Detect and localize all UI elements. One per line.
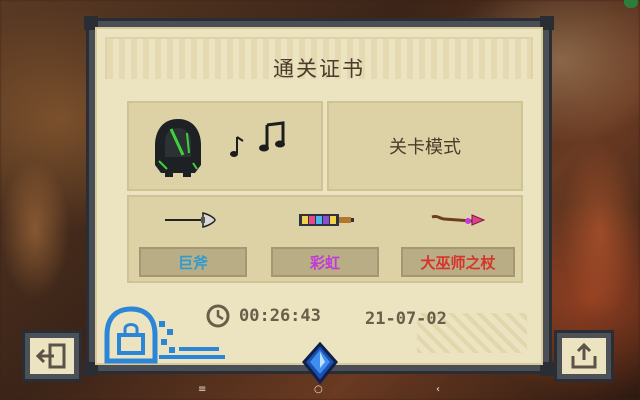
weapon-name-label: 大巫师之杖 [420, 253, 496, 272]
weapon-slot-3: 大巫师之杖 [395, 203, 521, 281]
weapon-name-tag: 彩虹 [271, 247, 379, 277]
music-notes-icon [230, 121, 285, 157]
exit-button[interactable] [22, 330, 82, 382]
weapon-slot-2: 彩虹 [265, 203, 385, 281]
clear-date-value: 21-07-02 [365, 309, 447, 329]
archmage-staff-icon [431, 214, 486, 226]
share-button-face [562, 338, 606, 374]
clearance-certificate: 通关证书 关卡模式 巨斧 彩虹 大巫师之杖 00:26:43 21-07-02 [84, 16, 554, 376]
share-upload-icon [571, 342, 597, 369]
blue-gem-icon[interactable] [300, 342, 340, 386]
character-panel [127, 101, 323, 191]
great-axe-icon [165, 212, 216, 228]
weapon-name-label: 巨斧 [177, 253, 208, 272]
mode-panel: 关卡模式 [327, 101, 523, 191]
exit-door-icon [36, 343, 66, 369]
weapon-name-tag: 巨斧 [139, 247, 247, 277]
certificate-title: 通关证书 [273, 57, 365, 81]
nav-home-button[interactable]: ○ [314, 384, 323, 395]
blue-seal-stamp-icon [104, 306, 225, 364]
game-mode-label: 关卡模式 [389, 137, 461, 158]
clear-date: 21-07-02 [365, 309, 447, 329]
system-nav-bar: ≡ ○ ‹ [0, 384, 640, 396]
background-glow-right [560, 140, 640, 320]
nav-back-button[interactable]: ‹ [436, 384, 440, 395]
background-glow-left [0, 160, 70, 300]
weapon-name-label: 彩虹 [309, 253, 340, 272]
hooded-assassin-icon [155, 119, 201, 177]
nav-menu-button[interactable]: ≡ [198, 384, 206, 395]
weapon-name-tag: 大巫师之杖 [401, 247, 515, 277]
exit-button-face [30, 338, 74, 374]
share-button[interactable] [554, 330, 614, 382]
weapon-slot-1: 巨斧 [133, 203, 253, 281]
rainbow-gun-icon [299, 214, 354, 226]
certificate-paper: 通关证书 关卡模式 巨斧 彩虹 大巫师之杖 00:26:43 21-07-02 [95, 27, 543, 365]
weapons-panel: 巨斧 彩虹 大巫师之杖 [127, 195, 523, 283]
clear-time-value: 00:26:43 [239, 306, 321, 326]
